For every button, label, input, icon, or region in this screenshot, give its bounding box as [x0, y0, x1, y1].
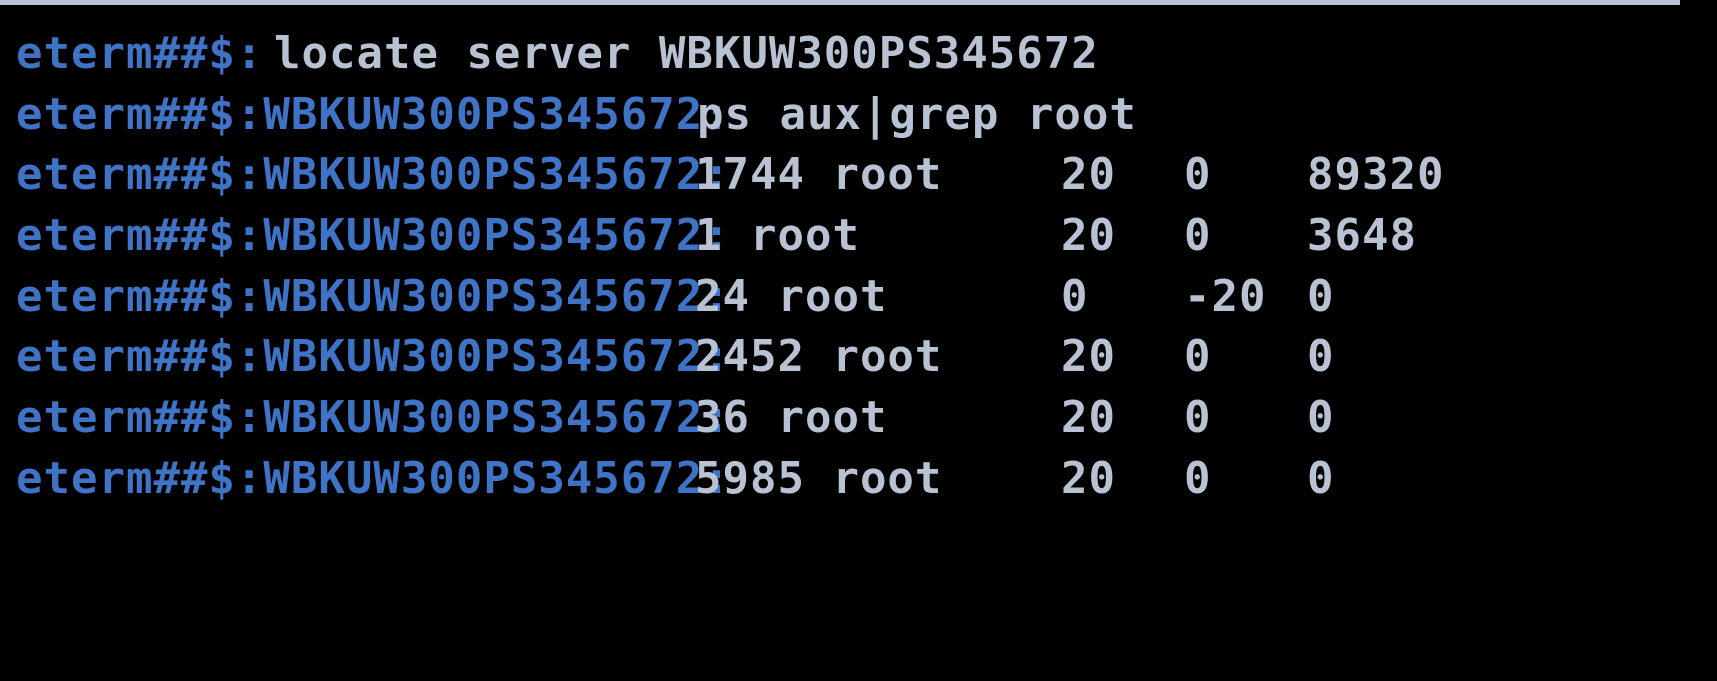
nice-cell: 0 [1184, 392, 1212, 443]
virt-cell: 0 [1307, 331, 1335, 382]
shell-prompt: eterm##$:WBKUW300PS345672: [16, 392, 731, 443]
process-row: eterm##$:WBKUW300PS345672: 1744 root 20 … [16, 145, 1443, 205]
command-text: ps aux|grep root [697, 89, 1137, 140]
process-row: eterm##$:WBKUW300PS345672: 1 root 20 0 3… [16, 206, 1416, 266]
virt-cell: 89320 [1307, 149, 1445, 200]
shell-prompt: eterm##$:WBKUW300PS345672: [16, 453, 731, 504]
priority-cell: 20 [1061, 331, 1116, 382]
process-row: eterm##$:WBKUW300PS345672: 5985 root 20 … [16, 449, 1334, 509]
shell-prompt: eterm##$: [16, 28, 264, 79]
pid-user-cell: 24 root [695, 271, 888, 322]
pid-user-cell: 36 root [695, 392, 888, 443]
terminal-screen: eterm##$: locate server WBKUW300PS345672… [0, 0, 1717, 681]
virt-cell: 0 [1307, 453, 1335, 504]
shell-prompt: eterm##$:WBKUW300PS345672: [16, 89, 731, 140]
virt-cell: 0 [1307, 271, 1335, 322]
shell-prompt: eterm##$:WBKUW300PS345672: [16, 210, 731, 261]
pid-user-cell: 2452 root [695, 331, 943, 382]
priority-cell: 20 [1061, 392, 1116, 443]
command-text: locate server WBKUW300PS345672 [274, 28, 1099, 79]
terminal-line: eterm##$:WBKUW300PS345672: ps aux|grep r… [16, 85, 1136, 145]
nice-cell: 0 [1184, 331, 1212, 382]
process-row: eterm##$:WBKUW300PS345672: 36 root 20 0 … [16, 388, 1334, 448]
terminal-output[interactable]: eterm##$: locate server WBKUW300PS345672… [0, 0, 1717, 681]
nice-cell: 0 [1184, 210, 1212, 261]
process-row: eterm##$:WBKUW300PS345672: 24 root 0 -20… [16, 267, 1334, 327]
pid-user-cell: 1 root [695, 210, 860, 261]
terminal-line: eterm##$: locate server WBKUW300PS345672 [16, 24, 1098, 84]
priority-cell: 20 [1061, 210, 1116, 261]
nice-cell: 0 [1184, 453, 1212, 504]
shell-prompt: eterm##$:WBKUW300PS345672: [16, 331, 731, 382]
virt-cell: 0 [1307, 392, 1335, 443]
priority-cell: 20 [1061, 149, 1116, 200]
pid-user-cell: 1744 root [695, 149, 943, 200]
shell-prompt: eterm##$:WBKUW300PS345672: [16, 271, 731, 322]
shell-prompt: eterm##$:WBKUW300PS345672: [16, 149, 731, 200]
priority-cell: 0 [1061, 271, 1089, 322]
pid-user-cell: 5985 root [695, 453, 943, 504]
process-row: eterm##$:WBKUW300PS345672: 2452 root 20 … [16, 327, 1334, 387]
virt-cell: 3648 [1307, 210, 1417, 261]
nice-cell: 0 [1184, 149, 1212, 200]
nice-cell: -20 [1184, 271, 1267, 322]
priority-cell: 20 [1061, 453, 1116, 504]
